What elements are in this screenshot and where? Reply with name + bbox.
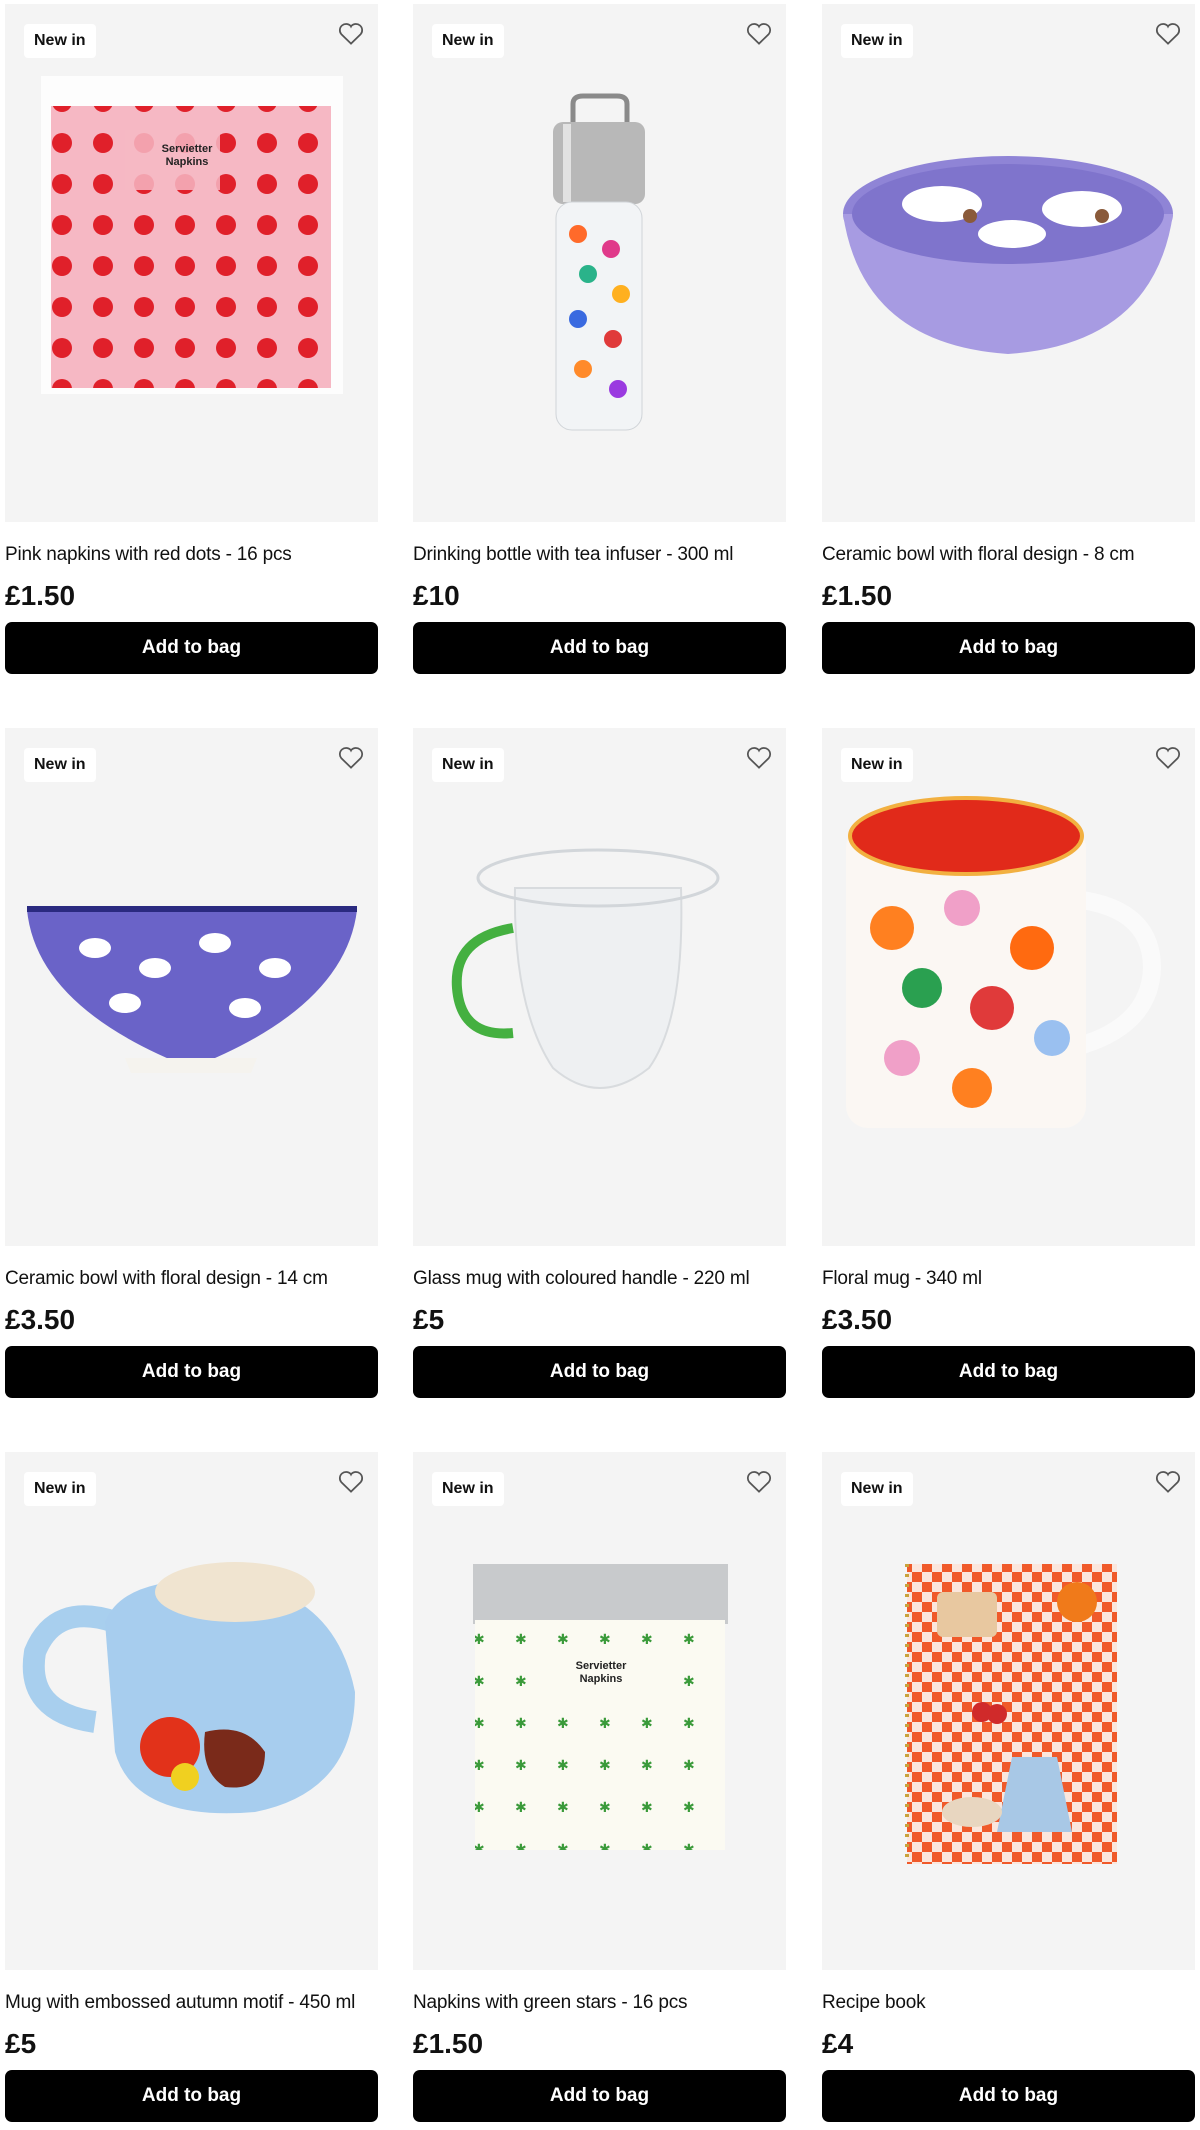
new-in-badge: New in [432, 24, 504, 58]
new-in-badge: New in [841, 24, 913, 58]
product-price: £10 [413, 580, 460, 611]
product-title[interactable]: Pink napkins with red dots - 16 pcs [5, 544, 378, 568]
packaging-line: Napkins [166, 156, 209, 168]
product-price: £5 [5, 2028, 37, 2059]
product-card: ✱ Servietter Napkins New in Napkins with… [413, 1452, 786, 2122]
add-to-bag-button[interactable]: Add to bag [822, 1346, 1195, 1398]
add-to-bag-button[interactable]: Add to bag [822, 2070, 1195, 2122]
product-title[interactable]: Mug with embossed autumn motif - 450 ml [5, 1992, 378, 2016]
floral-mug-image [846, 796, 1162, 1128]
new-in-badge: New in [432, 1472, 504, 1506]
product-card: New in Drinking bottle with tea infuser … [413, 4, 786, 674]
add-to-bag-button[interactable]: Add to bag [5, 2070, 378, 2122]
product-price: £1.50 [5, 580, 76, 611]
heart-outline-icon[interactable] [336, 1466, 366, 1496]
add-to-bag-button[interactable]: Add to bag [822, 622, 1195, 674]
add-to-bag-button[interactable]: Add to bag [413, 622, 786, 674]
product-card: New in Recipe book £4 Add to bag [822, 1452, 1195, 2122]
heart-outline-icon[interactable] [744, 1466, 774, 1496]
product-price: £3.50 [5, 1304, 76, 1335]
new-in-badge: New in [24, 1472, 96, 1506]
add-to-bag-button[interactable]: Add to bag [5, 1346, 378, 1398]
product-price: £5 [413, 1304, 445, 1335]
product-image-container[interactable]: New in [822, 4, 1195, 522]
product-image-container[interactable]: New in [822, 728, 1195, 1246]
recipe-book-image [905, 1564, 1117, 1864]
product-title[interactable]: Napkins with green stars - 16 pcs [413, 1992, 786, 2016]
product-image-container[interactable]: Servietter Napkins New in [5, 4, 378, 522]
product-image-container[interactable]: New in [822, 1452, 1195, 1970]
packaging-line: Servietter [576, 1660, 627, 1672]
new-in-badge: New in [841, 1472, 913, 1506]
heart-outline-icon[interactable] [336, 18, 366, 48]
new-in-badge: New in [24, 24, 96, 58]
napkins-pack-image: Servietter Napkins [41, 76, 343, 394]
product-grid: Servietter Napkins New in Pink napkins w… [0, 0, 1200, 2130]
product-card: New in Ceramic bowl with floral design -… [5, 728, 378, 1398]
heart-outline-icon[interactable] [1153, 18, 1183, 48]
add-to-bag-button[interactable]: Add to bag [5, 622, 378, 674]
heart-outline-icon[interactable] [744, 742, 774, 772]
new-in-badge: New in [841, 748, 913, 782]
add-to-bag-button[interactable]: Add to bag [413, 1346, 786, 1398]
heart-outline-icon[interactable] [744, 18, 774, 48]
napkins-pack-image: ✱ Servietter Napkins [473, 1564, 728, 1850]
product-card: Servietter Napkins New in Pink napkins w… [5, 4, 378, 674]
product-image-container[interactable]: ✱ Servietter Napkins New in [413, 1452, 786, 1970]
product-title[interactable]: Drinking bottle with tea infuser - 300 m… [413, 544, 786, 568]
product-price: £1.50 [413, 2028, 484, 2059]
product-image-container[interactable]: New in [413, 4, 786, 522]
autumn-mug-image [22, 1562, 355, 1814]
product-price: £4 [822, 2028, 854, 2059]
packaging-line: Napkins [580, 1673, 623, 1685]
product-price: £3.50 [822, 1304, 893, 1335]
packaging-line: Servietter [162, 143, 213, 155]
heart-outline-icon[interactable] [1153, 1466, 1183, 1496]
drinking-bottle-image [553, 93, 645, 431]
product-card: New in Mug with embossed autumn motif - … [5, 1452, 378, 2122]
product-card: New in Glass mug with coloured handle - … [413, 728, 786, 1398]
ceramic-bowl-image [27, 906, 357, 1073]
product-image-container[interactable]: New in [413, 728, 786, 1246]
product-title[interactable]: Recipe book [822, 1992, 1195, 2016]
product-title[interactable]: Floral mug - 340 ml [822, 1268, 1195, 1292]
product-image-container[interactable]: New in [5, 1452, 378, 1970]
product-image-container[interactable]: New in [5, 728, 378, 1246]
product-card: New in Floral mug - 340 ml £3.50 Add to … [822, 728, 1195, 1398]
new-in-badge: New in [432, 748, 504, 782]
glass-mug-image [451, 848, 720, 1089]
new-in-badge: New in [24, 748, 96, 782]
product-card: New in Ceramic bowl with floral design -… [822, 4, 1195, 674]
add-to-bag-button[interactable]: Add to bag [413, 2070, 786, 2122]
ceramic-bowl-image [843, 156, 1173, 354]
product-title[interactable]: Ceramic bowl with floral design - 8 cm [822, 544, 1195, 568]
product-price: £1.50 [822, 580, 893, 611]
heart-outline-icon[interactable] [336, 742, 366, 772]
product-title[interactable]: Glass mug with coloured handle - 220 ml [413, 1268, 786, 1292]
heart-outline-icon[interactable] [1153, 742, 1183, 772]
product-title[interactable]: Ceramic bowl with floral design - 14 cm [5, 1268, 378, 1292]
